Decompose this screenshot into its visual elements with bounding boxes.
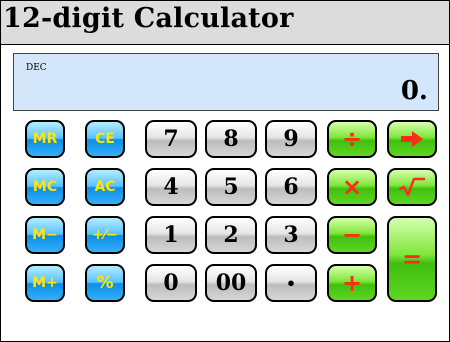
percent-button[interactable]: %: [85, 264, 125, 302]
clear-entry-button[interactable]: CE: [85, 120, 125, 158]
window-title: 12-digit Calculator: [3, 3, 294, 34]
minus-button[interactable]: −: [327, 216, 377, 254]
digit-8-button[interactable]: 8: [205, 120, 257, 158]
all-clear-button[interactable]: AC: [85, 168, 125, 206]
memory-recall-button[interactable]: MR: [25, 120, 65, 158]
divide-button[interactable]: ÷: [327, 120, 377, 158]
display-panel: DEC 0.: [13, 53, 439, 111]
multiply-button[interactable]: ×: [327, 168, 377, 206]
plus-button[interactable]: +: [327, 264, 377, 302]
digit-5-button[interactable]: 5: [205, 168, 257, 206]
digit-0-button[interactable]: 0: [145, 264, 197, 302]
square-root-icon: [399, 177, 425, 197]
display-value: 0.: [400, 76, 428, 106]
memory-clear-button[interactable]: MC: [25, 168, 65, 206]
title-bar: 12-digit Calculator: [1, 1, 449, 45]
sign-toggle-button[interactable]: +⁄−: [85, 216, 125, 254]
right-arrow-icon: [401, 131, 423, 147]
equals-button[interactable]: =: [387, 216, 437, 302]
memory-add-button[interactable]: M+: [25, 264, 65, 302]
calculator-window: 12-digit Calculator DEC 0. MR CE 7 8 9 ÷…: [0, 0, 450, 342]
digit-3-button[interactable]: 3: [265, 216, 317, 254]
digit-4-button[interactable]: 4: [145, 168, 197, 206]
decimal-point-button[interactable]: •: [265, 264, 317, 302]
square-root-button[interactable]: [387, 168, 437, 206]
digit-7-button[interactable]: 7: [145, 120, 197, 158]
backspace-button[interactable]: [387, 120, 437, 158]
digit-9-button[interactable]: 9: [265, 120, 317, 158]
memory-subtract-button[interactable]: M−: [25, 216, 65, 254]
digit-6-button[interactable]: 6: [265, 168, 317, 206]
number-mode-indicator: DEC: [26, 63, 47, 73]
double-zero-button[interactable]: 00: [205, 264, 257, 302]
digit-2-button[interactable]: 2: [205, 216, 257, 254]
digit-1-button[interactable]: 1: [145, 216, 197, 254]
